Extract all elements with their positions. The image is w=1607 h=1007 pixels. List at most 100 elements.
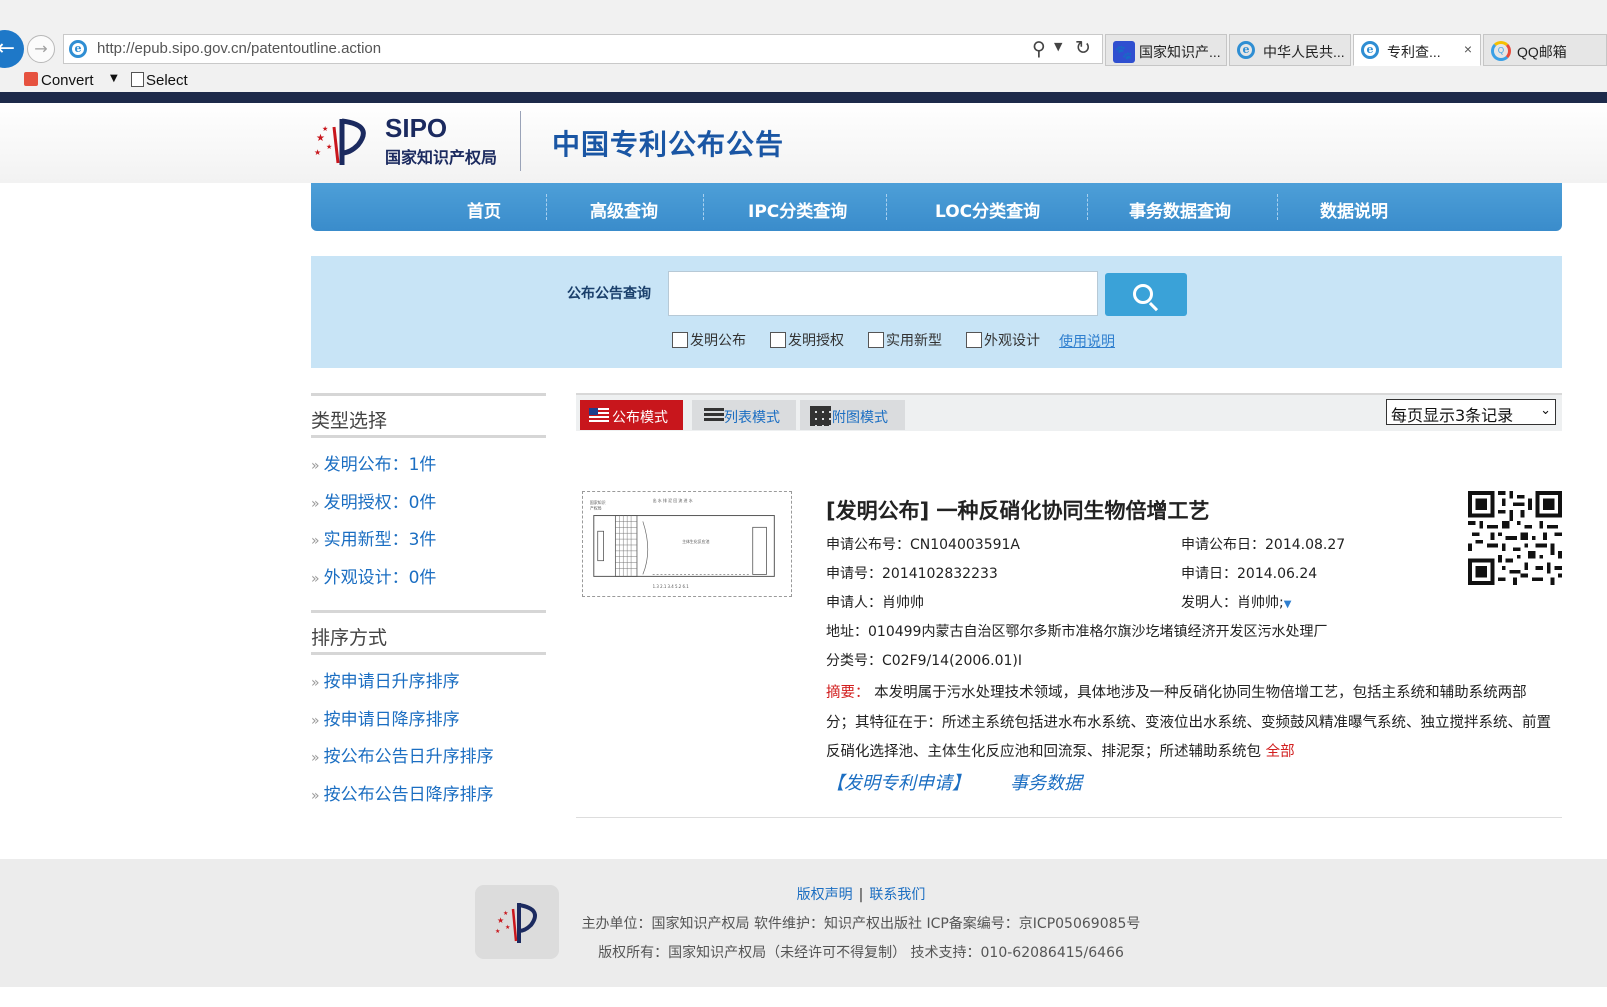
ie-icon: e: [1361, 41, 1379, 59]
bullet-icon: »: [311, 495, 320, 512]
divider: [520, 111, 521, 171]
abstract-label: 摘要：: [826, 685, 870, 701]
nav-separator: [546, 194, 547, 220]
sort-pub-date-desc[interactable]: » 按公布公告日降序排序: [311, 780, 546, 818]
checkbox-box[interactable]: [770, 332, 786, 348]
sipo-logo[interactable]: ★ ★ ★ ★ SIPO 国家知识产权局: [312, 111, 522, 171]
url-text[interactable]: http://epub.sipo.gov.cn/patentoutline.ac…: [97, 40, 381, 57]
checkbox-label: 发明公布: [690, 333, 746, 349]
top-rule: [0, 92, 1607, 103]
sort-heading: 排序方式: [311, 610, 546, 655]
tab-zhuanli[interactable]: e 专利查... ×: [1353, 34, 1481, 66]
nav-affairs-search[interactable]: 事务数据查询: [1129, 197, 1231, 222]
patent-drawing-thumbnail[interactable]: 国家知识 产权局 出 水 排 泥 回 流 进 水 主体生化反应池 1.3 2.1…: [582, 491, 792, 597]
application-link[interactable]: 【发明专利申请】: [826, 769, 970, 795]
sidebar: 类型选择 » 发明公布：1件 » 发明授权：0件 » 实用新型：3件 » 外观设计：0件…: [311, 393, 546, 827]
tab-guojia[interactable]: 🐾 国家知识产...: [1105, 34, 1227, 66]
checkbox-utility-model[interactable]: 实用新型: [868, 330, 942, 350]
sidebar-item-label[interactable]: 实用新型：3件: [324, 530, 437, 550]
per-page-select[interactable]: 每页显示3条记录 ⌄: [1386, 399, 1556, 425]
back-button[interactable]: ←: [0, 30, 24, 68]
mode-thumbnail-button[interactable]: 附图模式: [800, 400, 905, 430]
affairs-data-link[interactable]: 事务数据: [1010, 769, 1082, 795]
sidebar-item-label[interactable]: 发明授权：0件: [324, 493, 437, 513]
type-list: » 发明公布：1件 » 发明授权：0件 » 实用新型：3件 » 外观设计：0件: [311, 438, 546, 610]
chevron-down-icon[interactable]: ▼: [110, 73, 118, 84]
close-icon[interactable]: ×: [1464, 41, 1472, 57]
svg-text:1.3 2.1 3.4 5.2 6.: 1.3 2.1 3.4 5.2 6.1: [653, 584, 690, 589]
nav-data-description[interactable]: 数据说明: [1320, 197, 1388, 222]
contact-link[interactable]: 联系我们: [869, 887, 925, 903]
sidebar-item-label[interactable]: 发明公布：1件: [324, 455, 437, 475]
refresh-icon[interactable]: ↻: [1075, 37, 1091, 59]
usage-instructions-link[interactable]: 使用说明: [1059, 331, 1115, 351]
copyright-link[interactable]: 版权声明: [797, 887, 853, 903]
tab-zhonghua[interactable]: e 中华人民共...: [1229, 34, 1351, 66]
footer-line-2: 版权所有：国家知识产权局（未经许可不得复制） 技术支持：010-62086415…: [598, 945, 1124, 961]
nav-home[interactable]: 首页: [467, 197, 501, 222]
mode-label: 公布模式: [612, 410, 668, 426]
nav-separator: [1277, 194, 1278, 220]
sort-app-date-asc[interactable]: » 按申请日升序排序: [311, 667, 546, 705]
sort-list: » 按申请日升序排序 » 按申请日降序排序 » 按公布公告日升序排序 » 按公布公告日降…: [311, 655, 546, 827]
checkbox-invention-publication[interactable]: 发明公布: [672, 330, 746, 350]
sort-label[interactable]: 按申请日升序排序: [324, 672, 460, 692]
abstract-more-link[interactable]: 全部: [1266, 744, 1295, 760]
tab-qqmail[interactable]: Q QQ邮箱: [1483, 34, 1607, 66]
chevron-down-icon[interactable]: ⌄: [1540, 403, 1551, 418]
search-icon[interactable]: ⚲: [1032, 38, 1046, 60]
sidebar-item-label[interactable]: 外观设计：0件: [324, 568, 437, 588]
results-panel: 公布模式 列表模式 附图模式 每页显示3条记录 ⌄ 国家知识 产权局 出 水 排…: [576, 393, 1562, 818]
svg-text:主体生化反应池: 主体生化反应池: [682, 539, 709, 544]
convert-button[interactable]: Convert: [41, 72, 94, 89]
nav-loc-search[interactable]: LOC分类查询: [935, 197, 1040, 222]
checkbox-label: 发明授权: [788, 333, 844, 349]
search-input[interactable]: [668, 271, 1098, 316]
svg-text:产权局: 产权局: [590, 506, 602, 511]
search-button[interactable]: [1105, 273, 1187, 316]
sort-label[interactable]: 按公布公告日降序排序: [324, 785, 494, 805]
checkbox-box[interactable]: [966, 332, 982, 348]
sort-pub-date-asc[interactable]: » 按公布公告日升序排序: [311, 742, 546, 780]
select-button[interactable]: Select: [146, 72, 188, 89]
nav-ipc-search[interactable]: IPC分类查询: [748, 197, 847, 222]
sort-label[interactable]: 按申请日降序排序: [324, 710, 460, 730]
bullet-icon: »: [311, 675, 320, 691]
nav-advanced-search[interactable]: 高级查询: [590, 197, 658, 222]
result-title[interactable]: [发明公布] 一种反硝化协同生物倍增工艺: [826, 495, 1210, 525]
bullet-icon: »: [311, 533, 320, 549]
footer: ★ ★ ★ ★ 版权声明 | 联系我们 主办单位：国家知识产权局 软件维护：知识产权…: [0, 859, 1607, 987]
bullet-icon: »: [311, 570, 320, 587]
sidebar-item-invention-grant[interactable]: » 发明授权：0件: [311, 488, 546, 526]
mode-list-button[interactable]: 列表模式: [692, 400, 796, 430]
checkbox-box[interactable]: [672, 332, 688, 348]
result-item: 国家知识 产权局 出 水 排 泥 回 流 进 水 主体生化反应池 1.3 2.1…: [576, 431, 1562, 818]
search-label: 公布公告查询: [567, 286, 651, 302]
svg-text:★: ★: [322, 125, 328, 133]
checkbox-label: 实用新型: [886, 333, 942, 349]
expand-arrow-icon[interactable]: ▼: [1284, 599, 1292, 610]
checkbox-invention-grant[interactable]: 发明授权: [770, 330, 844, 350]
checkbox-box[interactable]: [868, 332, 884, 348]
forward-button[interactable]: →: [27, 35, 55, 63]
sort-app-date-desc[interactable]: » 按申请日降序排序: [311, 705, 546, 743]
mode-publish-button[interactable]: 公布模式: [580, 400, 683, 430]
sidebar-item-design[interactable]: » 外观设计：0件: [311, 563, 546, 601]
select-document-icon: [131, 72, 144, 87]
nav-separator: [703, 194, 704, 220]
search-icon: [1133, 284, 1153, 304]
chevron-down-icon[interactable]: ▼: [1054, 40, 1062, 53]
bullet-icon: »: [311, 750, 320, 766]
grid-icon: [810, 406, 831, 426]
checkbox-design[interactable]: 外观设计: [966, 330, 1040, 350]
checkbox-label: 外观设计: [984, 333, 1040, 349]
qr-code-icon: [1468, 491, 1562, 585]
ie-icon: e: [1237, 41, 1255, 59]
nav-separator: [886, 194, 887, 220]
sidebar-item-utility-model[interactable]: » 实用新型：3件: [311, 525, 546, 563]
sort-label[interactable]: 按公布公告日升序排序: [324, 747, 494, 767]
svg-text:★: ★: [314, 148, 321, 157]
address-bar[interactable]: e http://epub.sipo.gov.cn/patentoutline.…: [63, 34, 1103, 64]
sidebar-item-invention-publication[interactable]: » 发明公布：1件: [311, 450, 546, 488]
address: 地址：010499内蒙古自治区鄂尔多斯市准格尔旗沙圪堵镇经济开发区污水处理厂: [826, 624, 1328, 640]
